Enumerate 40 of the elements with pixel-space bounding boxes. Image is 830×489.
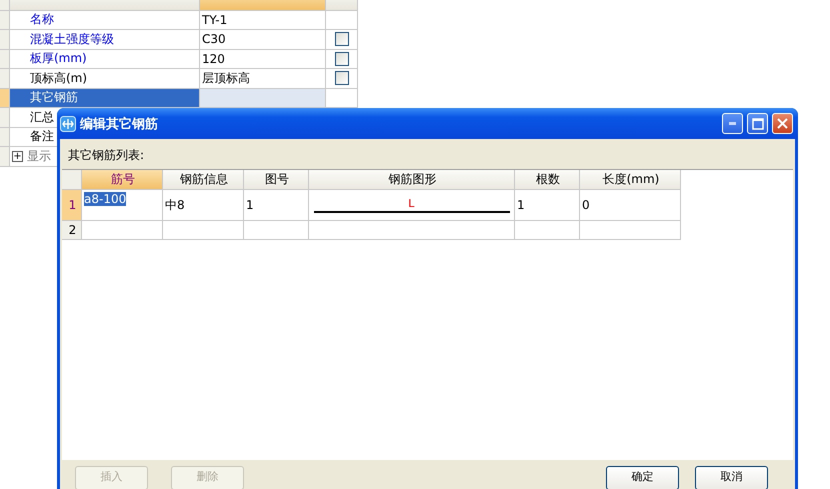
property-name[interactable]: 名称	[10, 10, 200, 30]
checkbox[interactable]	[334, 52, 348, 66]
property-value[interactable]: 120	[200, 50, 326, 69]
value-cell[interactable]	[200, 88, 326, 108]
close-button[interactable]	[772, 113, 793, 134]
column-header[interactable]: 图号	[244, 170, 309, 190]
property-value[interactable]: TY-1	[200, 10, 326, 30]
maximize-icon	[752, 118, 764, 130]
dialog-button[interactable]: 确定	[606, 466, 679, 489]
table-cell: 1	[517, 198, 525, 212]
row-number: 1	[62, 190, 82, 221]
rebar-line-icon	[314, 210, 510, 214]
table-cell: 0	[582, 198, 590, 212]
table-cell: 中8	[165, 196, 185, 214]
table-cell: 1	[246, 198, 254, 212]
expand-icon[interactable]: +	[12, 150, 23, 162]
column-header[interactable]: 长度(mm)	[580, 170, 681, 190]
list-label: 其它钢筋列表:	[67, 147, 146, 164]
column-header[interactable]: 根数	[515, 170, 580, 190]
minimize-icon	[729, 122, 736, 125]
shape-label: L	[408, 196, 416, 210]
property-name[interactable]: 板厚(mm)	[10, 50, 200, 69]
property-value[interactable]: C30	[200, 30, 326, 50]
column-header[interactable]: 钢筋图形	[309, 170, 515, 190]
dialog-button[interactable]: 取消	[695, 466, 768, 489]
group-label[interactable]: 显示	[27, 148, 51, 165]
column-header[interactable]: 钢筋信息	[163, 170, 244, 190]
column-header[interactable]: 筋号	[82, 170, 163, 190]
bar-number-input[interactable]: a8-100	[84, 192, 126, 206]
checkbox[interactable]	[334, 71, 348, 86]
maximize-button[interactable]	[747, 113, 768, 134]
minimize-button[interactable]	[722, 113, 743, 134]
app-icon	[60, 116, 76, 132]
corner-cell	[62, 170, 82, 190]
close-icon	[777, 118, 788, 129]
window-title: 编辑其它钢筋	[80, 116, 159, 132]
property-name[interactable]: 混凝土强度等级	[10, 30, 200, 50]
row-number: 2	[62, 221, 82, 240]
checkbox[interactable]	[334, 32, 348, 46]
property-name[interactable]: 其它钢筋	[10, 88, 200, 108]
